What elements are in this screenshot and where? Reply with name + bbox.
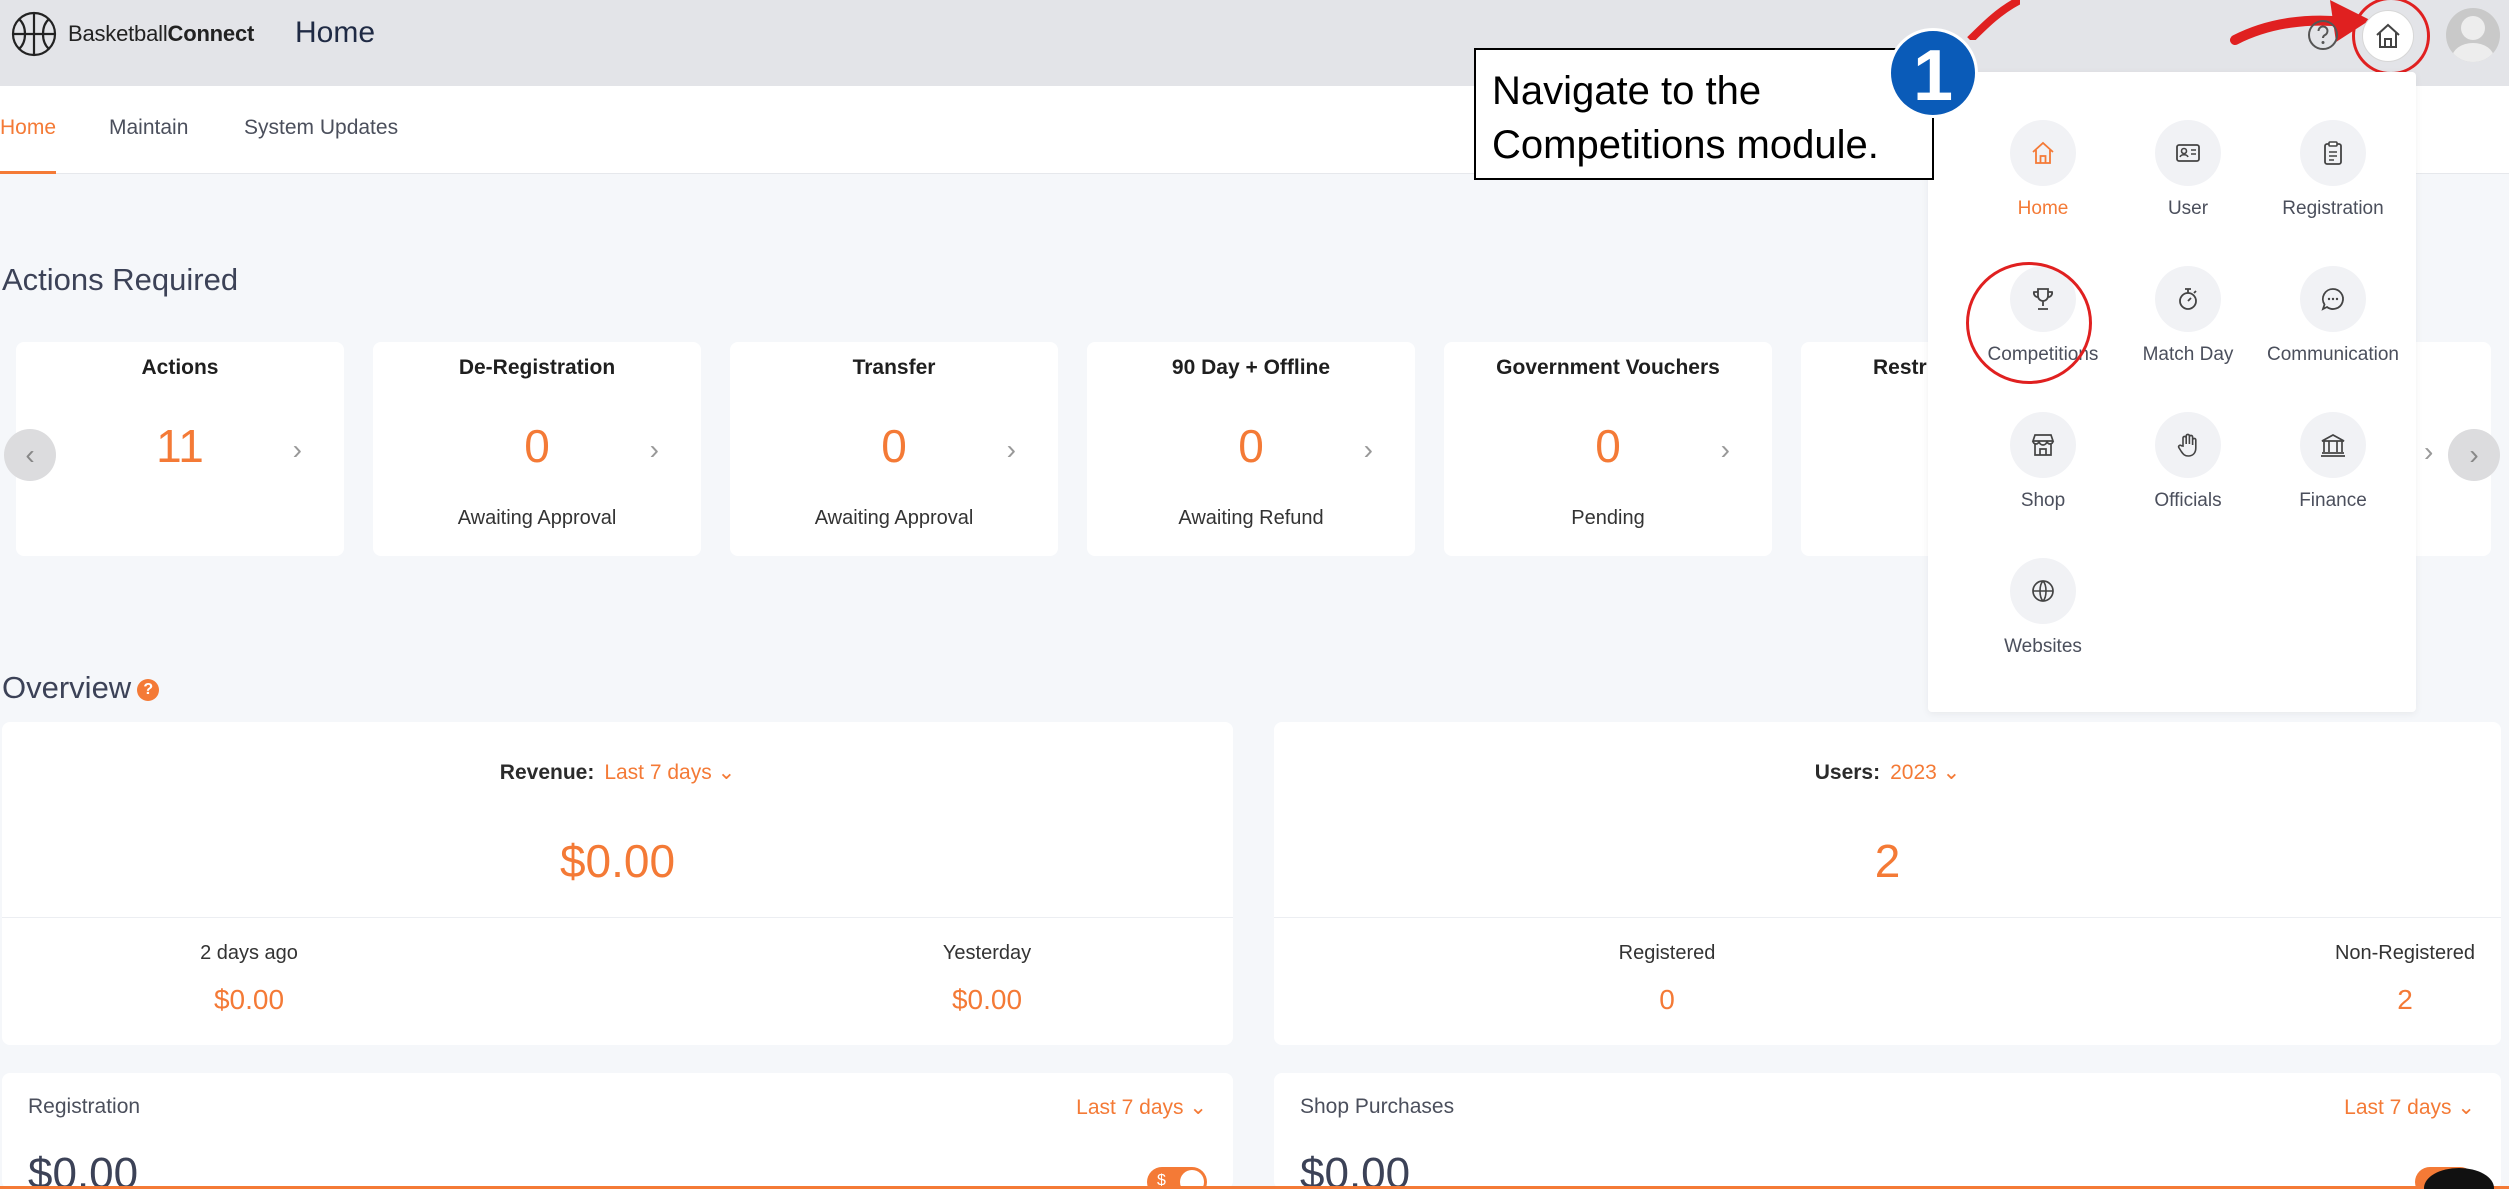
tab-system-updates[interactable]: System Updates bbox=[244, 116, 398, 140]
users-year-select[interactable]: 2023 ⌄ bbox=[1890, 761, 1960, 784]
globe-icon bbox=[2032, 580, 2054, 602]
revenue-right-label: Yesterday bbox=[942, 942, 1032, 964]
action-card-title: 90 Day + Offline bbox=[1171, 356, 1331, 379]
menu-item-label: Communication bbox=[2267, 344, 2399, 365]
help-icon[interactable] bbox=[2306, 18, 2340, 52]
actions-required-title: Actions Required bbox=[2, 262, 239, 297]
chevron-right-icon[interactable]: › bbox=[1007, 434, 1016, 466]
instruction-callout: Navigate to the Competitions module. bbox=[1474, 48, 1934, 180]
action-card[interactable]: Transfer 0 Awaiting Approval › bbox=[730, 342, 1058, 556]
help-icon[interactable]: ? bbox=[137, 678, 160, 701]
clipboard-icon bbox=[2324, 141, 2342, 165]
revenue-period-select[interactable]: Last 7 days ⌄ bbox=[604, 761, 735, 784]
chevron-down-icon: ⌄ bbox=[1189, 1096, 1207, 1119]
shop-card-title: Shop Purchases bbox=[1300, 1095, 1455, 1118]
users-right-label: Non-Registered bbox=[2334, 942, 2476, 964]
action-card[interactable]: De-Registration 0 Awaiting Approval › bbox=[373, 342, 701, 556]
menu-item-finance[interactable]: Finance bbox=[2248, 412, 2418, 542]
carousel-prev-button[interactable]: ‹ bbox=[4, 429, 56, 481]
chevron-right-icon[interactable]: › bbox=[293, 434, 302, 466]
annotation-arrow bbox=[2230, 0, 2370, 45]
hand-icon bbox=[2177, 433, 2197, 457]
stopwatch-icon bbox=[2179, 288, 2197, 310]
store-icon bbox=[2031, 434, 2055, 456]
chevron-right-icon[interactable]: › bbox=[650, 434, 659, 466]
action-card[interactable]: Actions 11 › bbox=[16, 342, 344, 556]
id-card-icon bbox=[2176, 144, 2200, 162]
bank-icon bbox=[2321, 434, 2345, 457]
chat-icon bbox=[2321, 288, 2344, 311]
users-left-value: 0 bbox=[1659, 984, 1675, 1015]
chevron-right-icon: › bbox=[2424, 436, 2434, 467]
registration-card-title: Registration bbox=[28, 1095, 141, 1118]
users-total: 2 bbox=[1874, 835, 1901, 887]
users-right-value: 2 bbox=[2397, 984, 2413, 1015]
logo[interactable]: BasketballConnect bbox=[10, 10, 254, 58]
menu-item-websites[interactable]: Websites bbox=[1958, 558, 2128, 688]
action-card-subtitle: Pending bbox=[1571, 507, 1645, 529]
menu-item-label: Finance bbox=[2299, 490, 2367, 511]
registration-value: $0.00 bbox=[28, 1149, 139, 1189]
revenue-total: $0.00 bbox=[559, 835, 676, 887]
shop-purchases-card: Shop Purchases Last 7 days ⌄ $0.00 bbox=[1274, 1073, 2501, 1189]
chevron-down-icon: ⌄ bbox=[1942, 761, 1961, 784]
chevron-right-icon[interactable]: › bbox=[1364, 434, 1373, 466]
page-title: Home bbox=[295, 16, 376, 49]
divider bbox=[2, 917, 1233, 918]
callout-line: Competitions module. bbox=[1492, 123, 1879, 167]
avatar[interactable] bbox=[2446, 8, 2500, 62]
modules-menu: Home User Registration Competitions Matc… bbox=[1928, 72, 2416, 712]
step-number-badge: 1 bbox=[1888, 28, 1978, 118]
users-header: Users: 2023 ⌄ bbox=[1814, 761, 1961, 784]
action-card-subtitle: Awaiting Refund bbox=[1178, 507, 1324, 529]
chevron-down-icon: ⌄ bbox=[2457, 1096, 2475, 1119]
revenue-left-value: $0.00 bbox=[213, 984, 285, 1015]
annotation-highlight-competitions bbox=[1966, 262, 2092, 384]
chevron-right-icon: › bbox=[2469, 439, 2479, 470]
action-card-title: De-Registration bbox=[458, 356, 616, 379]
action-card-title: Transfer bbox=[852, 356, 936, 379]
revenue-left-label: 2 days ago bbox=[200, 942, 298, 964]
overview-title: Overview? bbox=[2, 670, 160, 706]
revenue-card: Revenue: Last 7 days ⌄ $0.00 2 days ago $… bbox=[2, 722, 1233, 1045]
menu-item-communication[interactable]: Communication bbox=[2248, 266, 2418, 396]
action-card[interactable]: Government Vouchers 0 Pending › bbox=[1444, 342, 1772, 556]
action-card-title: Government Vouchers bbox=[1496, 356, 1720, 379]
shop-value: $0.00 bbox=[1300, 1149, 1411, 1189]
action-card[interactable]: 90 Day + Offline 0 Awaiting Refund › bbox=[1087, 342, 1415, 556]
divider bbox=[1274, 917, 2501, 918]
annotation-highlight-home bbox=[2352, 0, 2430, 75]
users-card: Users: 2023 ⌄ 2 Registered 0 Non-Register… bbox=[1274, 722, 2501, 1045]
active-tab-indicator bbox=[0, 171, 56, 174]
action-card-title: Actions bbox=[141, 356, 219, 379]
basketball-icon bbox=[11, 11, 57, 57]
registration-period-select[interactable]: Last 7 days ⌄ bbox=[1076, 1095, 1207, 1120]
chevron-right-icon[interactable]: › bbox=[1721, 434, 1730, 466]
revenue-header: Revenue: Last 7 days ⌄ bbox=[499, 761, 736, 784]
carousel-next-button[interactable]: › bbox=[2448, 429, 2500, 481]
registration-card: Registration Last 7 days ⌄ $0.00 $ bbox=[2, 1073, 1233, 1189]
action-card-subtitle: Awaiting Approval bbox=[814, 507, 974, 529]
brand-name: BasketballConnect bbox=[68, 21, 255, 46]
menu-item-label: Registration bbox=[2282, 198, 2384, 219]
action-card-subtitle: Awaiting Approval bbox=[457, 507, 617, 529]
users-left-label: Registered bbox=[1618, 942, 1716, 964]
shop-period-select[interactable]: Last 7 days ⌄ bbox=[2344, 1095, 2475, 1120]
chevron-down-icon: ⌄ bbox=[717, 761, 736, 784]
menu-item-label: Websites bbox=[2004, 636, 2082, 657]
menu-item-registration[interactable]: Registration bbox=[2248, 120, 2418, 250]
revenue-right-value: $0.00 bbox=[951, 984, 1023, 1015]
callout-line: Navigate to the bbox=[1492, 69, 1762, 113]
chevron-left-icon: ‹ bbox=[25, 439, 35, 470]
tab-home[interactable]: Home bbox=[0, 116, 56, 140]
tab-maintain[interactable]: Maintain bbox=[109, 116, 188, 140]
home-icon bbox=[2032, 141, 2054, 164]
